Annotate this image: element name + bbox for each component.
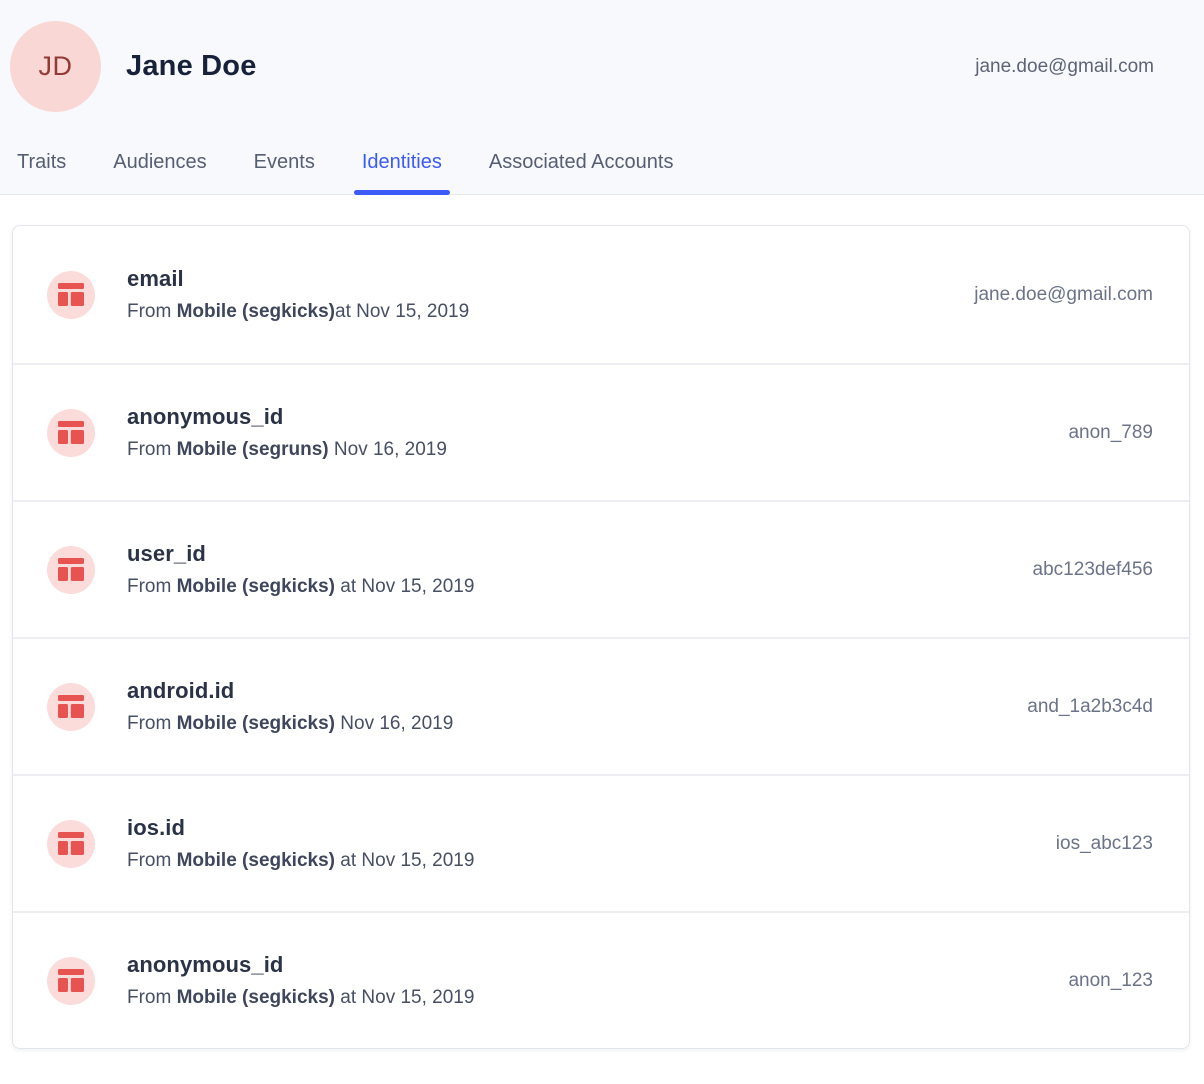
identity-source: From Mobile (segruns) Nov 16, 2019 [127,439,447,461]
identity-source: From Mobile (segkicks) at Nov 15, 2019 [127,987,474,1009]
identity-value: jane.doe@gmail.com [974,284,1153,306]
avatar: JD [10,21,101,112]
layout-grid-icon [47,820,95,868]
identity-source: From Mobile (segkicks) at Nov 15, 2019 [127,850,474,872]
identity-source: From Mobile (segkicks) Nov 16, 2019 [127,713,453,735]
tab-audiences[interactable]: Audiences [113,151,206,194]
identity-row: user_id From Mobile (segkicks) at Nov 15… [13,500,1189,637]
profile-header: JD Jane Doe jane.doe@gmail.com Traits Au… [0,0,1204,195]
layout-grid-icon [47,271,95,319]
identities-panel: email From Mobile (segkicks)at Nov 15, 2… [0,195,1204,1071]
identity-row: email From Mobile (segkicks)at Nov 15, 2… [13,226,1189,363]
layout-grid-icon [47,546,95,594]
avatar-initials: JD [39,51,73,82]
identity-source: From Mobile (segkicks)at Nov 15, 2019 [127,301,469,323]
page-title: Jane Doe [126,50,257,83]
identity-source: From Mobile (segkicks) at Nov 15, 2019 [127,576,474,598]
identity-row: anonymous_id From Mobile (segruns) Nov 1… [13,363,1189,500]
identity-value: anon_123 [1068,970,1153,992]
identity-row: ios.id From Mobile (segkicks) at Nov 15,… [13,774,1189,911]
active-tab-underline [354,190,450,195]
identity-name: android.id [127,678,453,704]
identity-value: and_1a2b3c4d [1027,696,1153,718]
layout-grid-icon [47,957,95,1005]
identity-name: anonymous_id [127,952,474,978]
identity-name: email [127,266,469,292]
tab-associated-accounts[interactable]: Associated Accounts [489,151,674,194]
identity-name: user_id [127,541,474,567]
layout-grid-icon [47,409,95,457]
identity-name: ios.id [127,815,474,841]
identity-value: abc123def456 [1033,559,1153,581]
tab-events[interactable]: Events [254,151,315,194]
identity-row: android.id From Mobile (segkicks) Nov 16… [13,637,1189,774]
identity-name: anonymous_id [127,404,447,430]
tab-traits[interactable]: Traits [17,151,66,194]
user-email: jane.doe@gmail.com [975,56,1154,78]
identity-value: ios_abc123 [1056,833,1153,855]
tab-bar: Traits Audiences Events Identities Assoc… [0,151,1204,194]
profile-header-top: JD Jane Doe jane.doe@gmail.com [0,0,1204,112]
identity-row: anonymous_id From Mobile (segkicks) at N… [13,911,1189,1048]
layout-grid-icon [47,683,95,731]
tab-identities[interactable]: Identities [362,151,442,194]
identity-value: anon_789 [1068,422,1153,444]
identities-card: email From Mobile (segkicks)at Nov 15, 2… [12,225,1190,1049]
